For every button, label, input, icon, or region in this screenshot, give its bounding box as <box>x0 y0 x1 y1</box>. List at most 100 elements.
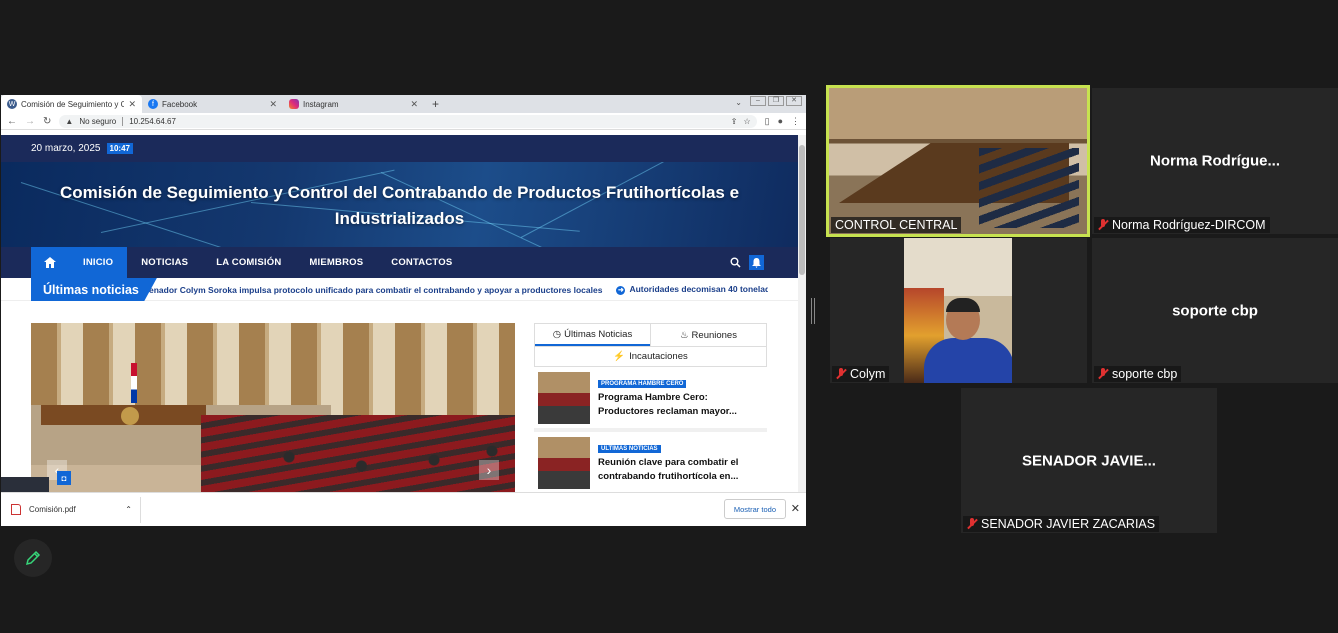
close-download-bar-icon[interactable]: ✕ <box>791 502 800 515</box>
mic-muted-icon <box>967 518 977 530</box>
tab-title: Instagram <box>303 99 339 109</box>
sidepanel-icon[interactable]: ▯ <box>765 116 770 127</box>
share-icon[interactable]: ⇪ <box>731 117 738 126</box>
bolt-icon: ⚡ <box>613 351 626 362</box>
news-thumbnail[interactable] <box>538 437 590 489</box>
download-bar: Comisión.pdf ⌃ Mostrar todo ✕ <box>1 492 806 526</box>
bell-button[interactable] <box>749 255 764 270</box>
nav-contactos[interactable]: CONTACTOS <box>377 247 466 278</box>
close-icon[interactable]: ✕ <box>410 99 418 110</box>
ticker-items: enador Colym Soroka impulsa protocolo un… <box>149 278 768 301</box>
news-item[interactable]: PROGRAMA HAMBRE CERO Programa Hambre Cer… <box>534 367 767 432</box>
news-category-badge[interactable]: PROGRAMA HAMBRE CERO <box>598 380 687 388</box>
featured-image-slider[interactable]: ‹ › ◘ <box>31 323 515 492</box>
participant-tile-norma[interactable]: Norma Rodrígue... Norma Rodríguez-DIRCOM <box>1092 88 1338 234</box>
tab-title: Facebook <box>162 99 198 109</box>
tab-ultimas-noticias[interactable]: ◷ Últimas Noticias <box>535 324 650 346</box>
tab-label: Últimas Noticias <box>564 328 633 340</box>
address-bar-row: ← → ↻ ▲ No seguro 10.254.64.67 ⇪ ☆ ▯ ● ⋮ <box>1 113 806 130</box>
tab-comision[interactable]: W Comisión de Seguimiento y Control ✕ <box>1 95 142 113</box>
tab-incautaciones[interactable]: ⚡ Incautaciones <box>534 346 767 367</box>
divider <box>122 116 124 126</box>
participant-nametag: CONTROL CENTRAL <box>831 217 962 233</box>
tab-instagram[interactable]: Instagram ✕ <box>283 95 424 113</box>
security-label: No seguro <box>79 116 117 126</box>
participant-tile-control-central[interactable]: CONTROL CENTRAL <box>826 85 1090 237</box>
minimize-button[interactable]: – <box>750 96 766 106</box>
download-filename: Comisión.pdf <box>29 505 76 514</box>
window-controls: – ❐ ✕ <box>750 96 802 106</box>
site-header-banner: Comisión de Seguimiento y Control del Co… <box>1 162 798 247</box>
ticker-item[interactable]: enador Colym Soroka impulsa protocolo un… <box>149 285 602 295</box>
omnibox[interactable]: ▲ No seguro 10.254.64.67 ⇪ ☆ <box>59 114 757 128</box>
url-text[interactable]: 10.254.64.67 <box>129 117 176 126</box>
slider-next-button[interactable]: › <box>479 460 499 480</box>
nav-noticias[interactable]: NOTICIAS <box>127 247 202 278</box>
split-resize-handle[interactable] <box>811 298 815 324</box>
participant-nametag: SENADOR JAVIER ZACARIAS <box>963 516 1160 532</box>
page-scrollbar[interactable] <box>798 135 806 492</box>
chevron-up-icon[interactable]: ⌃ <box>125 505 132 514</box>
fire-icon: ♨ <box>680 329 689 341</box>
instagram-icon <box>289 99 299 109</box>
close-window-button[interactable]: ✕ <box>786 96 802 106</box>
search-icon[interactable] <box>730 257 741 268</box>
participant-name: Colym <box>850 367 886 381</box>
warning-icon[interactable]: ▲ <box>65 117 73 126</box>
news-headline[interactable]: Programa Hambre Cero: Productores reclam… <box>598 391 763 419</box>
participant-tile-senador[interactable]: SENADOR JAVIE... SENADOR JAVIER ZACARIAS <box>961 388 1217 533</box>
news-category-badge[interactable]: ULTIMAS NOTICIAS <box>598 445 661 453</box>
participant-video <box>904 238 1012 383</box>
nav-miembros[interactable]: MIEMBROS <box>295 247 377 278</box>
news-thumbnail[interactable] <box>538 372 590 424</box>
page-corner-overlay <box>1 477 49 492</box>
close-icon[interactable]: ✕ <box>128 99 136 110</box>
tab-facebook[interactable]: f Facebook ✕ <box>142 95 283 113</box>
participant-display-name: soporte cbp <box>1172 302 1258 319</box>
participant-name: soporte cbp <box>1112 367 1178 381</box>
pdf-file-icon <box>11 504 21 515</box>
tab-reuniones[interactable]: ♨ Reuniones <box>650 324 766 346</box>
participant-name: Norma Rodríguez-DIRCOM <box>1112 218 1266 232</box>
wordpress-icon: W <box>7 99 17 109</box>
sidebar-tabs: ◷ Últimas Noticias ♨ Reuniones <box>534 323 767 346</box>
facebook-icon: f <box>148 99 158 109</box>
browser-toolbar: ▯ ● ⋮ <box>765 116 800 127</box>
forward-arrow-icon[interactable]: → <box>25 116 35 127</box>
menu-icon[interactable]: ⋮ <box>791 116 800 127</box>
camera-icon[interactable]: ◘ <box>57 471 71 485</box>
home-button[interactable] <box>31 247 69 278</box>
show-all-downloads-button[interactable]: Mostrar todo <box>723 499 786 519</box>
nav-la-comision[interactable]: LA COMISIÓN <box>202 247 295 278</box>
download-item[interactable]: Comisión.pdf ⌃ <box>11 496 141 523</box>
participant-nametag: Norma Rodríguez-DIRCOM <box>1094 217 1270 233</box>
tab-title: Comisión de Seguimiento y Control <box>21 99 125 109</box>
new-tab-button[interactable]: + <box>424 95 447 113</box>
mic-muted-icon <box>1098 219 1108 231</box>
site-time: 10:47 <box>106 143 133 154</box>
tab-label: Incautaciones <box>629 351 688 362</box>
profile-icon[interactable]: ● <box>778 116 783 127</box>
ticker-item-text: Autoridades decomisan 40 toneladas <box>629 284 768 295</box>
page-viewport: 20 marzo, 2025 10:47 Comisión de Seguimi… <box>1 135 798 492</box>
nav-inicio[interactable]: INICIO <box>69 247 128 278</box>
clock-icon: ◷ <box>552 328 562 340</box>
maximize-button[interactable]: ❐ <box>768 96 784 106</box>
bookmark-star-icon[interactable]: ☆ <box>743 117 750 126</box>
scrollbar-thumb[interactable] <box>799 145 805 275</box>
mic-muted-icon <box>1098 368 1108 380</box>
site-title: Comisión de Seguimiento y Control del Co… <box>59 183 740 228</box>
tab-label: Reuniones <box>691 329 737 341</box>
news-item[interactable]: ULTIMAS NOTICIAS Reunión clave para comb… <box>534 432 767 492</box>
reload-icon[interactable]: ↻ <box>43 116 51 127</box>
participant-nametag: soporte cbp <box>1094 366 1182 382</box>
participant-tile-colym[interactable]: Colym <box>830 238 1087 383</box>
ticker-item[interactable]: ➜ Autoridades decomisan 40 toneladas <box>616 284 768 295</box>
participant-tile-soporte[interactable]: soporte cbp soporte cbp <box>1092 238 1338 383</box>
participant-display-name: SENADOR JAVIE... <box>1022 452 1156 469</box>
annotate-button[interactable] <box>14 539 52 577</box>
news-headline[interactable]: Reunión clave para combatir el contraban… <box>598 456 763 484</box>
close-icon[interactable]: ✕ <box>269 99 277 110</box>
chevron-down-icon[interactable]: ⌄ <box>735 98 742 107</box>
back-arrow-icon[interactable]: ← <box>7 116 17 127</box>
